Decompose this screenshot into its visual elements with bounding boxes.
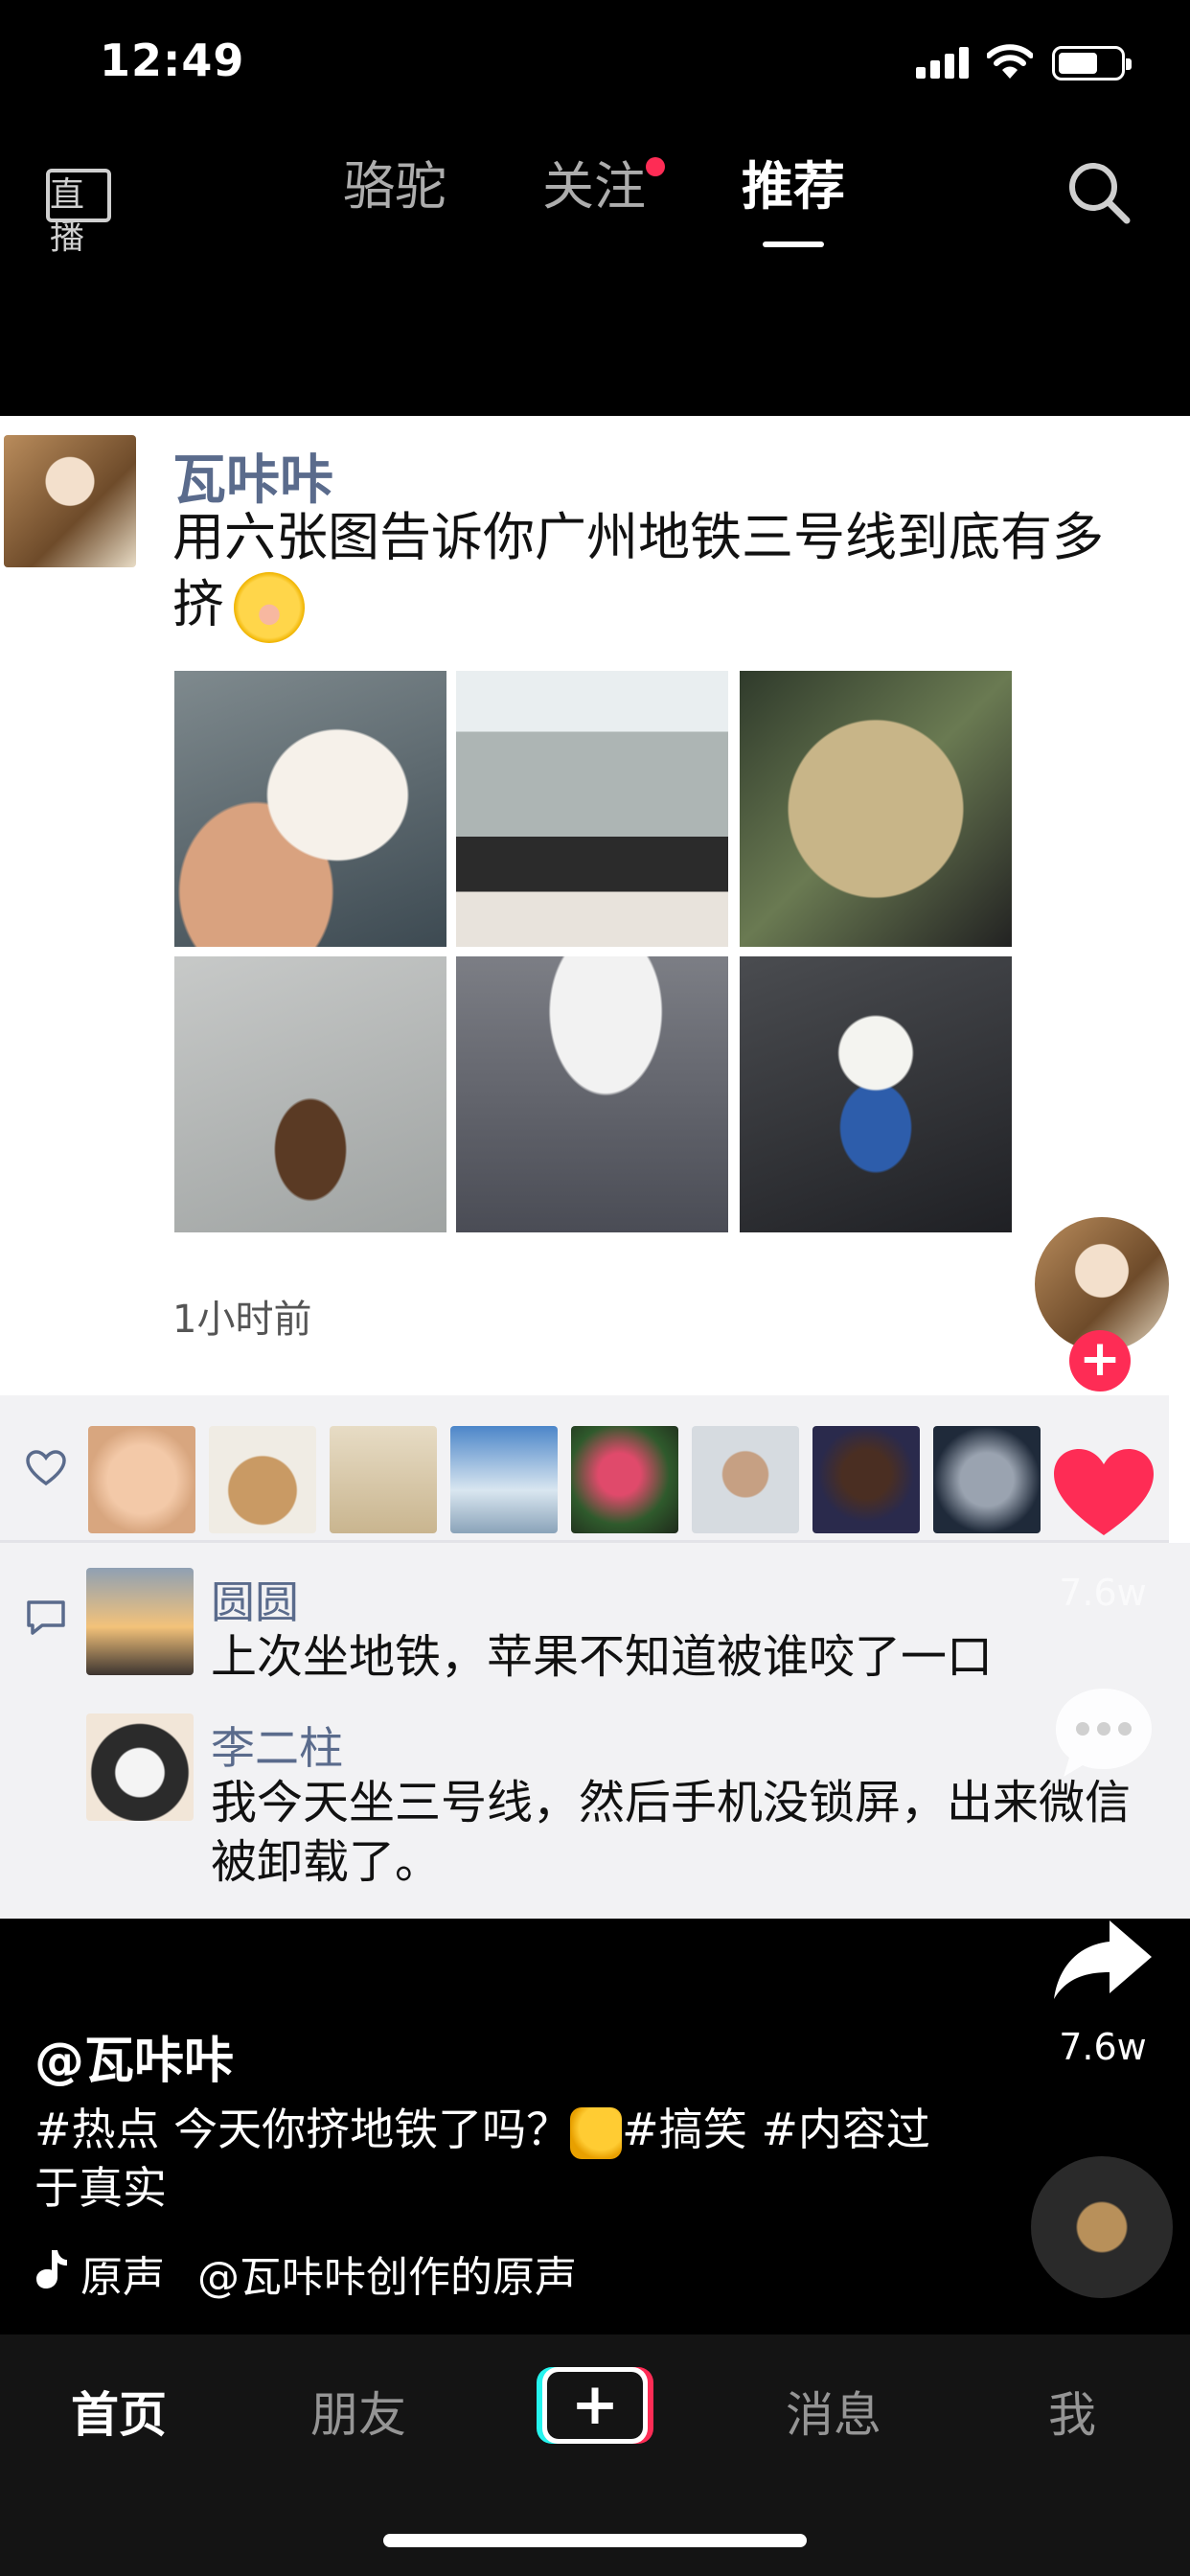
tab-recommended-label: 推荐 bbox=[742, 156, 845, 217]
tab-messages[interactable]: 消息 bbox=[786, 2377, 881, 2446]
caption-text: #热点 今天你挤地铁了吗？ #搞笑 #内容过于真实 bbox=[34, 2101, 935, 2217]
liker-avatar[interactable] bbox=[812, 1426, 920, 1533]
caption-username[interactable]: @瓦咔咔 bbox=[34, 2020, 234, 2092]
liker-avatar[interactable] bbox=[571, 1426, 678, 1533]
tab-recommended[interactable]: 推荐 bbox=[742, 153, 845, 247]
share-arrow-icon[interactable] bbox=[1050, 1917, 1156, 2003]
live-button[interactable]: 直播 bbox=[46, 157, 115, 257]
status-time: 12:49 bbox=[100, 34, 245, 86]
home-indicator bbox=[383, 2534, 807, 2547]
liker-avatar[interactable] bbox=[88, 1426, 195, 1533]
active-tab-underline bbox=[763, 242, 824, 247]
pleading-face-emoji bbox=[234, 572, 305, 644]
comment-text: 上次坐地铁，苹果不知道被谁咬了一口 bbox=[211, 1630, 994, 1684]
photo-shoes[interactable] bbox=[174, 956, 446, 1232]
liker-avatar[interactable] bbox=[209, 1426, 316, 1533]
flexed-biceps-emoji bbox=[570, 2106, 623, 2159]
music-title: @瓦咔咔创作的原声 bbox=[197, 2253, 577, 2302]
follow-button[interactable]: + bbox=[1069, 1330, 1131, 1392]
caption-text-part1: #热点 今天你挤地铁了吗？ bbox=[34, 2104, 571, 2155]
photo-bread[interactable] bbox=[740, 671, 1012, 947]
photo-grid bbox=[174, 671, 1016, 1238]
liker-avatar[interactable] bbox=[933, 1426, 1041, 1533]
photo-subway-passenger[interactable] bbox=[456, 671, 728, 947]
plus-icon: + bbox=[570, 2371, 620, 2438]
tab-home[interactable]: 首页 bbox=[71, 2377, 167, 2446]
commenter-avatar[interactable] bbox=[86, 1568, 194, 1675]
heart-outline-icon bbox=[26, 1450, 66, 1486]
comment-outline-icon bbox=[27, 1600, 65, 1635]
signal-icon bbox=[916, 46, 970, 79]
commenter-avatar[interactable] bbox=[86, 1714, 194, 1821]
post-text: 用六张图告诉你广州地铁三号线到底有多挤 bbox=[172, 504, 1150, 644]
comment-text: 我今天坐三号线，然后手机没锁屏，出来微信被卸载了。 bbox=[211, 1776, 1132, 1889]
music-original-label: 原声 bbox=[80, 2253, 165, 2302]
liker-avatar[interactable] bbox=[692, 1426, 799, 1533]
music-disc[interactable] bbox=[1031, 2156, 1173, 2298]
share-count: 7.6w bbox=[1059, 2026, 1147, 2068]
tab-camel[interactable]: 骆驼 bbox=[343, 153, 446, 220]
liker-avatar[interactable] bbox=[330, 1426, 437, 1533]
like-count: 7.6w bbox=[1059, 1572, 1147, 1614]
search-icon[interactable] bbox=[1065, 159, 1133, 226]
live-label: 直播 bbox=[50, 175, 85, 257]
post-timestamp: 1小时前 bbox=[172, 1298, 312, 1342]
liker-avatar[interactable] bbox=[450, 1426, 558, 1533]
photo-sandals[interactable] bbox=[456, 956, 728, 1232]
wifi-icon bbox=[987, 44, 1033, 79]
battery-icon bbox=[1052, 46, 1132, 80]
status-bar: 12:49 bbox=[0, 0, 1190, 134]
comments-section: 圆圆 上次坐地铁，苹果不知道被谁咬了一口 李二柱 我今天坐三号线，然后手机没锁屏… bbox=[0, 1543, 1190, 1919]
create-button[interactable]: + bbox=[537, 2367, 653, 2444]
top-nav: 直播 骆驼 关注 推荐 bbox=[0, 144, 1190, 257]
notification-dot bbox=[646, 157, 665, 176]
tab-following[interactable]: 关注 bbox=[542, 153, 646, 220]
author-name[interactable]: 瓦咔咔 bbox=[172, 437, 333, 515]
likes-row bbox=[0, 1395, 1169, 1543]
tab-me[interactable]: 我 bbox=[1048, 2377, 1096, 2446]
commenter-name[interactable]: 李二柱 bbox=[211, 1714, 343, 1777]
post-text-content: 用六张图告诉你广州地铁三号线到底有多挤 bbox=[172, 507, 1104, 634]
tab-friends[interactable]: 朋友 bbox=[310, 2377, 406, 2446]
like-heart-icon[interactable] bbox=[1050, 1445, 1157, 1541]
comment-bubble-icon[interactable] bbox=[1050, 1683, 1157, 1782]
music-note-icon bbox=[36, 2250, 67, 2288]
photo-plush-toy[interactable] bbox=[740, 956, 1012, 1232]
post-card: 瓦咔咔 用六张图告诉你广州地铁三号线到底有多挤 1小时前 圆圆 上次坐地铁，苹果… bbox=[0, 416, 1190, 1919]
photo-egg[interactable] bbox=[174, 671, 446, 947]
author-avatar[interactable] bbox=[4, 435, 136, 567]
commenter-name[interactable]: 圆圆 bbox=[211, 1568, 299, 1631]
